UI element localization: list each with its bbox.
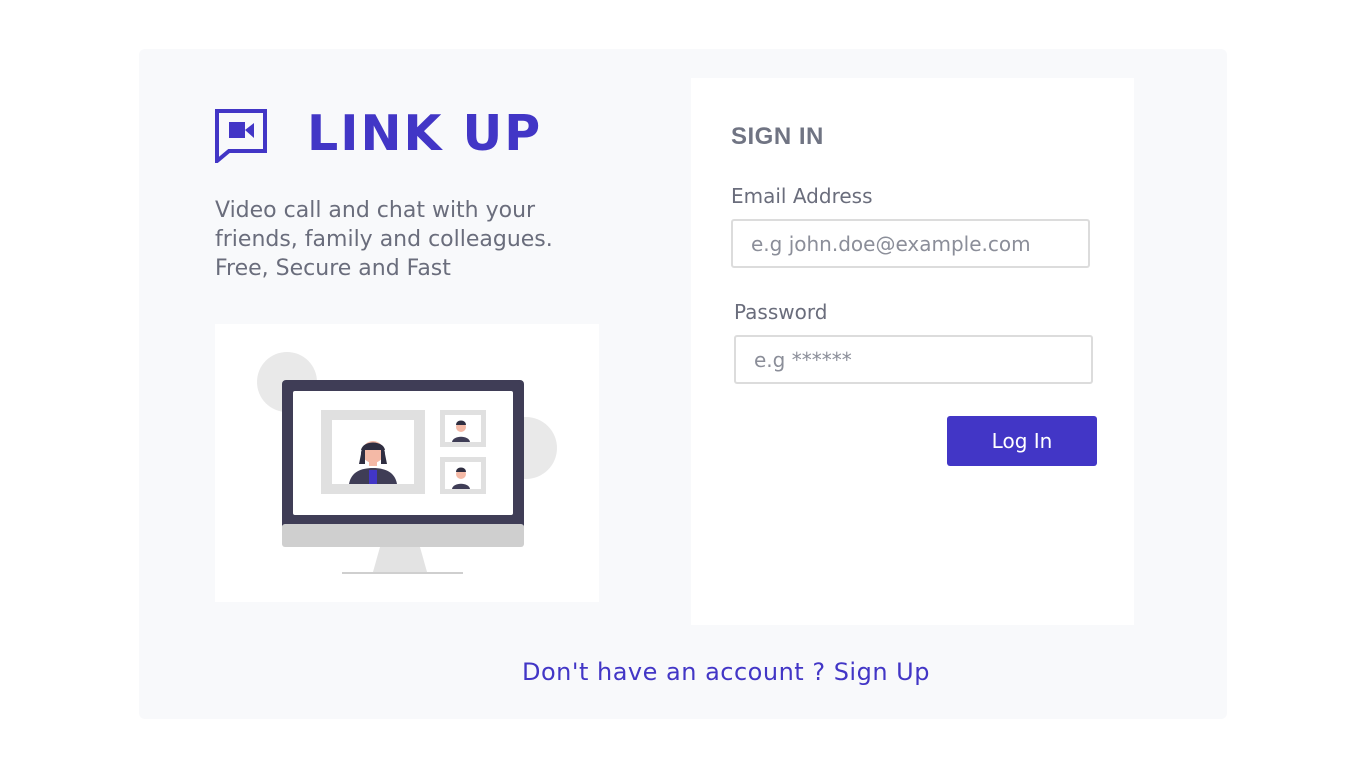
video-call-illustration (215, 324, 599, 602)
signup-prompt: Don't have an account ? Sign Up (522, 658, 930, 686)
password-input[interactable] (734, 335, 1093, 384)
signup-prompt-text: Don't have an account ? (522, 658, 834, 686)
brand-header: LINK UP (215, 105, 542, 163)
email-input[interactable] (731, 219, 1090, 268)
email-label: Email Address (731, 184, 873, 208)
signup-link[interactable]: Sign Up (834, 658, 930, 686)
tagline: Video call and chat with your friends, f… (215, 196, 615, 283)
signin-title: SIGN IN (731, 123, 824, 150)
login-button[interactable]: Log In (947, 416, 1097, 466)
tagline-line: Video call and chat with your (215, 198, 536, 223)
tagline-line: friends, family and colleagues. (215, 227, 553, 252)
video-chat-icon (215, 105, 267, 163)
password-label: Password (734, 300, 828, 324)
brand-name: LINK UP (307, 105, 543, 162)
tagline-line: Free, Secure and Fast (215, 256, 451, 281)
